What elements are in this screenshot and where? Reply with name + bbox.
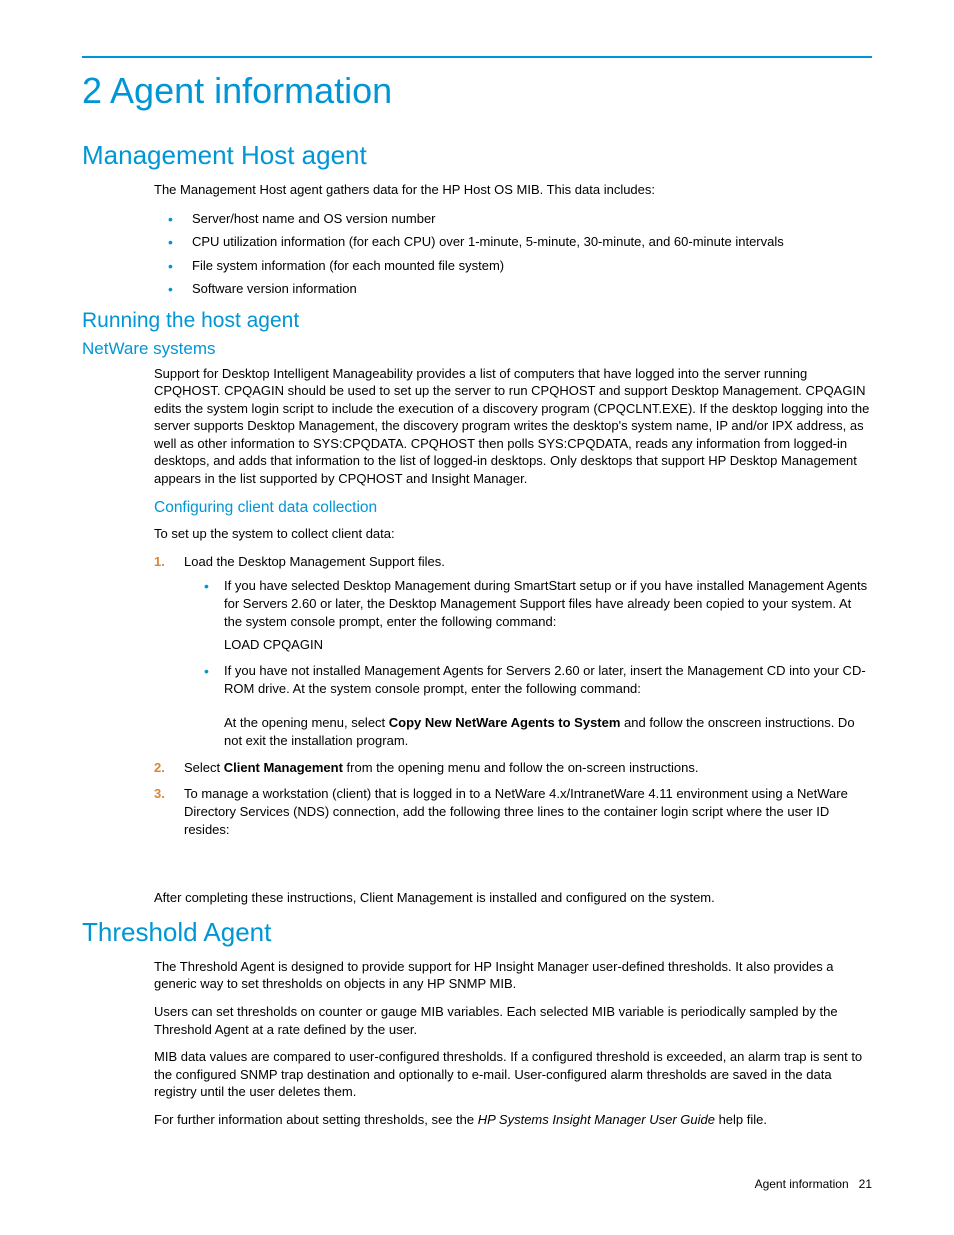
subsub-configuring-client-data: Configuring client data collection <box>154 499 872 517</box>
footer-page-number: 21 <box>859 1177 872 1191</box>
step-3-text: To manage a workstation (client) that is… <box>184 786 848 837</box>
subsection-running-host-agent: Running the host agent <box>82 309 872 333</box>
config-intro: To set up the system to collect client d… <box>154 525 872 543</box>
subsub-netware-systems: NetWare systems <box>82 339 872 359</box>
chapter-title: 2 Agent information <box>82 70 872 112</box>
threshold-p3: MIB data values are compared to user-con… <box>154 1048 872 1101</box>
mha-bullet-1: Server/host name and OS version number <box>168 209 872 229</box>
footer-label: Agent information <box>755 1177 849 1191</box>
section-management-host-agent: Management Host agent <box>82 140 872 171</box>
threshold-p1: The Threshold Agent is designed to provi… <box>154 958 872 993</box>
page-footer: Agent information 21 <box>755 1177 872 1191</box>
step-1-b2-note-bold: Copy New NetWare Agents to System <box>389 715 621 730</box>
step-2-a: Select <box>184 760 224 775</box>
mha-bullet-4: Software version information <box>168 279 872 299</box>
step-1-text: Load the Desktop Management Support file… <box>184 554 445 569</box>
config-closing: After completing these instructions, Cli… <box>154 889 872 907</box>
step-1-b2-note-a: At the opening menu, select <box>224 715 389 730</box>
step-2: Select Client Management from the openin… <box>154 759 872 777</box>
threshold-p4-b: help file. <box>715 1112 767 1127</box>
step-1-b1-text: If you have selected Desktop Management … <box>224 578 867 629</box>
section-threshold-agent: Threshold Agent <box>82 917 872 948</box>
mha-bullets: Server/host name and OS version number C… <box>168 209 872 299</box>
threshold-p2: Users can set thresholds on counter or g… <box>154 1003 872 1038</box>
threshold-p4: For further information about setting th… <box>154 1111 872 1129</box>
step-1-b2-text: If you have not installed Management Age… <box>224 663 866 696</box>
config-steps: Load the Desktop Management Support file… <box>154 553 872 839</box>
threshold-p4-a: For further information about setting th… <box>154 1112 478 1127</box>
step-1-bullet-1: If you have selected Desktop Management … <box>204 577 872 654</box>
mha-bullet-2: CPU utilization information (for each CP… <box>168 232 872 252</box>
top-rule <box>82 56 872 58</box>
mha-bullet-3: File system information (for each mounte… <box>168 256 872 276</box>
step-1-b1-cmd: LOAD CPQAGIN <box>224 636 872 654</box>
step-3: To manage a workstation (client) that is… <box>154 785 872 840</box>
step-1-b2-note: At the opening menu, select Copy New Net… <box>224 714 872 750</box>
netware-para: Support for Desktop Intelligent Manageab… <box>154 365 872 488</box>
mha-intro: The Management Host agent gathers data f… <box>154 181 872 199</box>
step-1: Load the Desktop Management Support file… <box>154 553 872 751</box>
step-2-b: from the opening menu and follow the on-… <box>343 760 699 775</box>
step-2-bold: Client Management <box>224 760 343 775</box>
step-1-subbullets: If you have selected Desktop Management … <box>204 577 872 751</box>
threshold-p4-italic: HP Systems Insight Manager User Guide <box>478 1112 715 1127</box>
step-1-bullet-2: If you have not installed Management Age… <box>204 662 872 751</box>
